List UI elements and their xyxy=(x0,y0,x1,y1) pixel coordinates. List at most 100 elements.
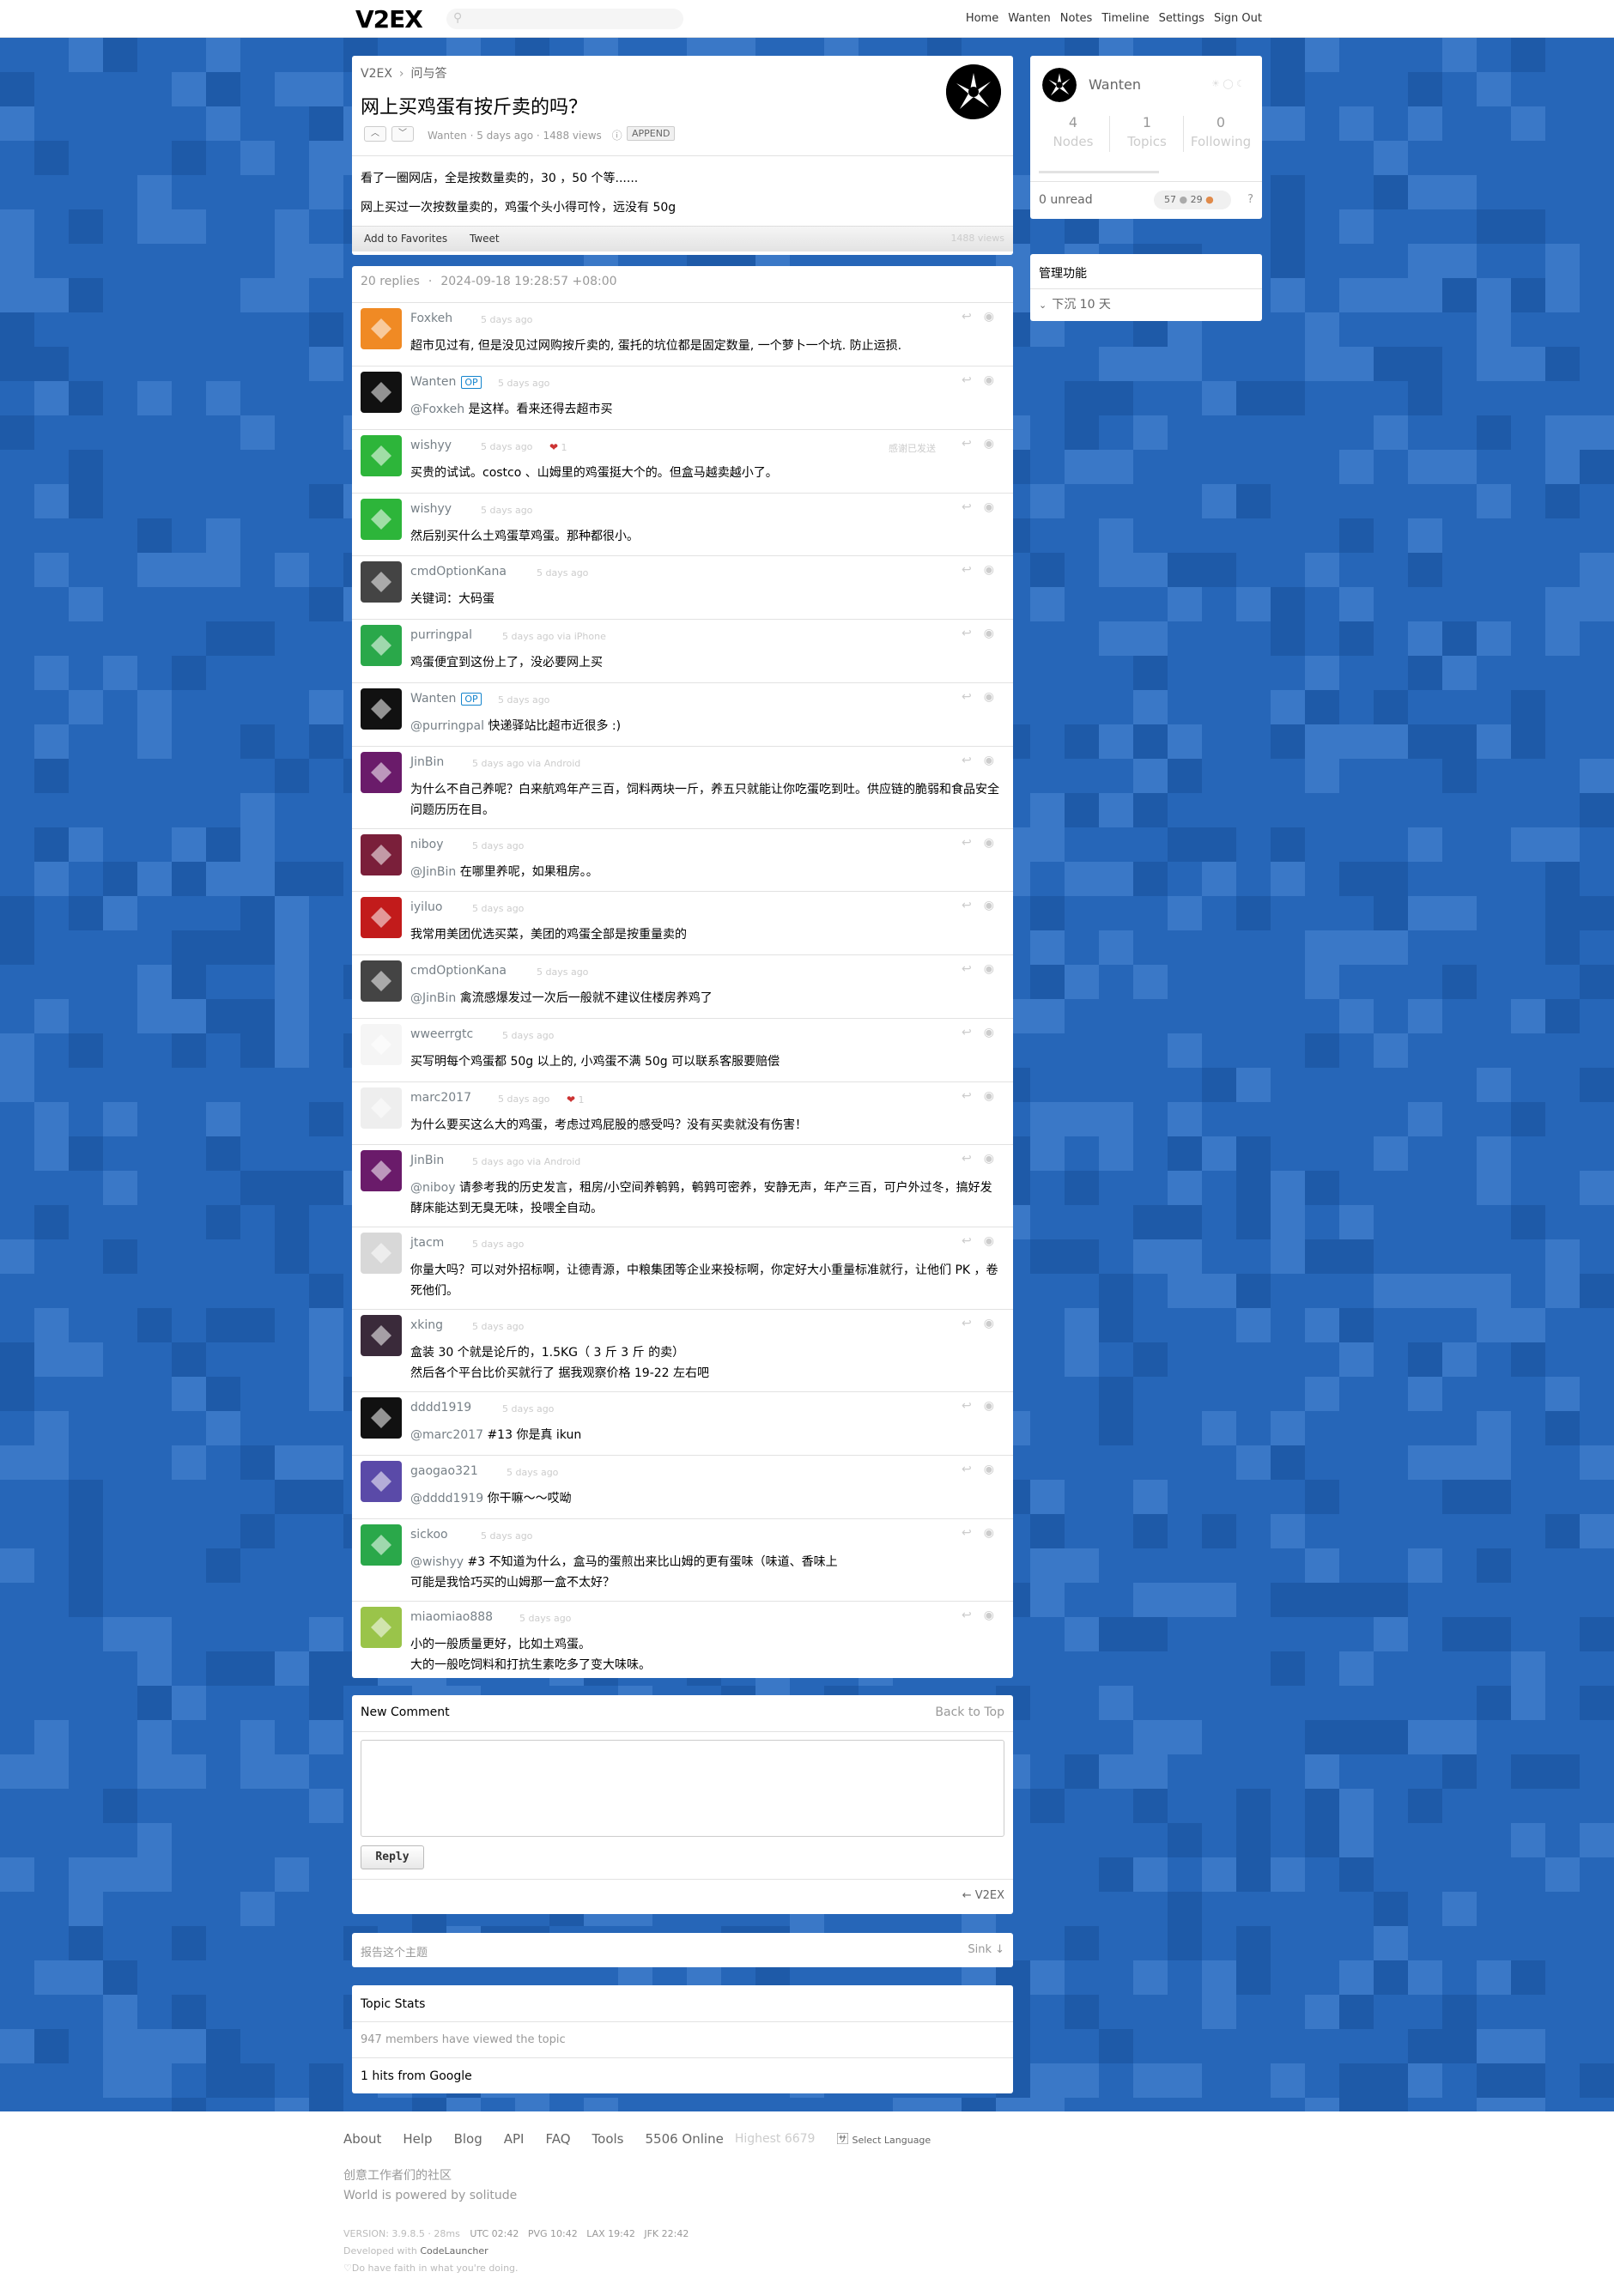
thank-icon[interactable]: ◉ xyxy=(984,690,1006,704)
unread-notifications[interactable]: 0 unread xyxy=(1039,193,1093,207)
reply-arrow-icon[interactable]: ↩ xyxy=(962,500,984,514)
theme-toggle-icon[interactable]: ☀ ◯ ☾ xyxy=(1211,78,1245,89)
thank-icon[interactable]: ◉ xyxy=(984,899,1006,912)
reply-username[interactable]: purringpal xyxy=(410,628,472,642)
thank-icon[interactable]: ◉ xyxy=(984,836,1006,850)
reply-avatar[interactable] xyxy=(361,1524,402,1566)
reply-avatar[interactable] xyxy=(361,1024,402,1065)
reply-arrow-icon[interactable]: ↩ xyxy=(962,627,984,640)
back-to-top-link[interactable]: Back to Top xyxy=(935,1705,1004,1719)
reply-avatar[interactable] xyxy=(361,1233,402,1274)
balance-badge[interactable]: 57 ● 29 ● xyxy=(1154,191,1231,209)
reply-username[interactable]: jtacm xyxy=(410,1236,444,1250)
reply-arrow-icon[interactable]: ↩ xyxy=(962,962,984,976)
reply-username[interactable]: dddd1919 xyxy=(410,1401,471,1415)
upvote-button[interactable]: ︿ xyxy=(364,126,386,142)
reply-button[interactable]: Reply xyxy=(361,1845,424,1869)
reply-arrow-icon[interactable]: ↩ xyxy=(962,1089,984,1103)
thank-icon[interactable]: ◉ xyxy=(984,962,1006,976)
thank-icon[interactable]: ◉ xyxy=(984,627,1006,640)
reply-arrow-icon[interactable]: ↩ xyxy=(962,1026,984,1039)
reply-avatar[interactable] xyxy=(361,625,402,666)
reply-username[interactable]: wishyy xyxy=(410,439,452,452)
reply-username[interactable]: wweerrgtc xyxy=(410,1027,473,1041)
reply-arrow-icon[interactable]: ↩ xyxy=(962,899,984,912)
downvote-button[interactable]: ﹀ xyxy=(391,126,414,142)
thank-icon[interactable]: ◉ xyxy=(984,1608,1006,1622)
nav-notes[interactable]: Notes xyxy=(1060,12,1093,25)
footer-help[interactable]: Help xyxy=(403,2131,432,2147)
reply-arrow-icon[interactable]: ↩ xyxy=(962,373,984,387)
stat-nodes[interactable]: 4 Nodes xyxy=(1035,114,1111,149)
sink-10-days-button[interactable]: ⌄ 下沉 10 天 xyxy=(1039,295,1111,312)
reply-username[interactable]: cmdOptionKana xyxy=(410,964,507,978)
reply-avatar[interactable] xyxy=(361,1397,402,1439)
search-input[interactable]: ⚲ xyxy=(446,9,683,29)
sidebar-avatar[interactable] xyxy=(1042,68,1077,102)
reply-arrow-icon[interactable]: ↩ xyxy=(962,1234,984,1248)
mention-link[interactable]: @Foxkeh xyxy=(410,403,464,416)
nav-profile[interactable]: Wanten xyxy=(1008,12,1051,25)
reply-arrow-icon[interactable]: ↩ xyxy=(962,563,984,577)
reply-avatar[interactable] xyxy=(361,561,402,603)
stat-topics[interactable]: 1 Topics xyxy=(1109,114,1185,149)
reply-avatar[interactable] xyxy=(361,897,402,938)
reply-arrow-icon[interactable]: ↩ xyxy=(962,1152,984,1166)
nav-home[interactable]: Home xyxy=(966,12,998,25)
reply-avatar[interactable] xyxy=(361,752,402,793)
reply-avatar[interactable] xyxy=(361,960,402,1002)
reply-username[interactable]: iyiluo xyxy=(410,900,442,914)
footer-about[interactable]: About xyxy=(343,2131,381,2147)
reply-username[interactable]: xking xyxy=(410,1318,443,1332)
append-button[interactable]: APPEND xyxy=(627,126,676,141)
nav-settings[interactable]: Settings xyxy=(1159,12,1204,25)
reply-username[interactable]: miaomiao888 xyxy=(410,1610,493,1624)
reply-username[interactable]: cmdOptionKana xyxy=(410,565,507,579)
reply-username[interactable]: gaogao321 xyxy=(410,1464,478,1478)
reply-avatar[interactable] xyxy=(361,1461,402,1502)
thank-icon[interactable]: ◉ xyxy=(984,563,1006,577)
reply-arrow-icon[interactable]: ↩ xyxy=(962,310,984,324)
codelauncher-link[interactable]: CodeLauncher xyxy=(420,2245,488,2257)
breadcrumb-node[interactable]: 问与答 xyxy=(411,67,447,81)
reply-avatar[interactable] xyxy=(361,1607,402,1648)
tweet-link[interactable]: Tweet xyxy=(470,233,500,245)
reply-avatar[interactable] xyxy=(361,688,402,730)
reply-arrow-icon[interactable]: ↩ xyxy=(962,836,984,850)
reply-arrow-icon[interactable]: ↩ xyxy=(962,1463,984,1476)
mention-link[interactable]: @wishyy xyxy=(410,1555,464,1569)
reply-username[interactable]: sickoo xyxy=(410,1528,448,1542)
mention-link[interactable]: @JinBin xyxy=(410,865,456,879)
mention-link[interactable]: @marc2017 xyxy=(410,1428,483,1442)
thank-icon[interactable]: ◉ xyxy=(984,373,1006,387)
thank-icon[interactable]: ◉ xyxy=(984,310,1006,324)
thank-icon[interactable]: ◉ xyxy=(984,754,1006,767)
reply-avatar[interactable] xyxy=(361,1150,402,1191)
select-language[interactable]: 🈂 Select Language xyxy=(836,2130,931,2148)
sidebar-username[interactable]: Wanten xyxy=(1089,76,1141,93)
reply-username[interactable]: Wanten OP xyxy=(410,375,482,389)
thank-icon[interactable]: ◉ xyxy=(984,500,1006,514)
thank-icon[interactable]: ◉ xyxy=(984,1089,1006,1103)
thank-icon[interactable]: ◉ xyxy=(984,1234,1006,1248)
site-logo[interactable]: V2EX xyxy=(355,5,423,33)
thank-icon[interactable]: ◉ xyxy=(984,1463,1006,1476)
reply-arrow-icon[interactable]: ↩ xyxy=(962,1399,984,1413)
reply-avatar[interactable] xyxy=(361,372,402,413)
footer-faq[interactable]: FAQ xyxy=(545,2131,570,2147)
thank-icon[interactable]: ◉ xyxy=(984,1026,1006,1039)
reply-avatar[interactable] xyxy=(361,308,402,349)
reply-username[interactable]: Foxkeh xyxy=(410,312,452,325)
thank-icon[interactable]: ◉ xyxy=(984,437,1006,451)
reply-username[interactable]: niboy xyxy=(410,838,444,851)
mention-link[interactable]: @JinBin xyxy=(410,991,456,1005)
reply-avatar[interactable] xyxy=(361,834,402,875)
reply-arrow-icon[interactable]: ↩ xyxy=(962,690,984,704)
thank-icon[interactable]: ◉ xyxy=(984,1317,1006,1330)
reply-arrow-icon[interactable]: ↩ xyxy=(962,1317,984,1330)
mention-link[interactable]: @purringpal xyxy=(410,719,484,733)
footer-blog[interactable]: Blog xyxy=(454,2131,482,2147)
info-icon[interactable]: ⓘ xyxy=(612,128,622,142)
reply-avatar[interactable] xyxy=(361,435,402,476)
reply-username[interactable]: wishyy xyxy=(410,502,452,516)
